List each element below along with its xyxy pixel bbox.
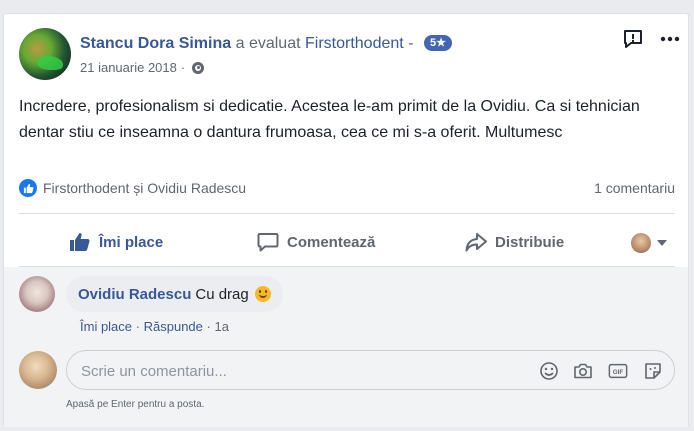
comments-count[interactable]: 1 comentariu (594, 180, 675, 196)
globe-icon[interactable] (192, 61, 205, 74)
reactions-summary: Firstorthodent și Ovidiu Radescu 1 comen… (19, 178, 675, 198)
post-actions: Îmi place Comentează Distribuie (19, 224, 675, 262)
sticker-icon[interactable] (643, 361, 663, 381)
gif-icon-label: GIF (613, 369, 624, 376)
gif-icon[interactable]: GIF (608, 361, 628, 381)
page-name-link[interactable]: Firstorthodent (305, 35, 404, 52)
header-separator: - (408, 35, 414, 52)
comment-text: Cu drag (195, 285, 249, 303)
comment-like-link[interactable]: Îmi place (80, 319, 132, 334)
author-name-link[interactable]: Stancu Dora Simina (80, 35, 231, 52)
like-button[interactable]: Îmi place (69, 232, 163, 252)
current-user-avatar[interactable] (19, 351, 57, 389)
author-avatar[interactable] (19, 28, 71, 80)
chevron-down-icon (657, 240, 667, 246)
comment-reply-link[interactable]: Răspunde (144, 319, 203, 334)
post-body-text: Incredere, profesionalism si dedicatie. … (19, 98, 640, 141)
comment-actions-dot: · (135, 319, 140, 334)
like-reaction-icon[interactable] (19, 179, 37, 197)
comment-button[interactable]: Comentează (257, 232, 375, 252)
post-meta: 21 ianuarie 2018 · (80, 60, 205, 75)
comment-button-label: Comentează (287, 233, 376, 251)
commenter-name-link[interactable]: Ovidiu Radescu (78, 286, 191, 303)
like-button-label: Îmi place (99, 233, 164, 251)
meta-dot: · (180, 60, 186, 75)
comment-age[interactable]: 1a (215, 319, 229, 334)
speech-bubble-icon (257, 233, 279, 252)
comment-composer: GIF (66, 350, 675, 391)
emoji-icon[interactable] (539, 361, 559, 381)
camera-icon[interactable] (573, 361, 593, 381)
report-icon[interactable] (623, 30, 643, 48)
post-hint-text: Apasă pe Enter pentru a posta. (66, 399, 205, 410)
comment-actions: Îmi place · Răspunde · 1a (80, 319, 229, 334)
thumbs-up-icon (70, 233, 90, 251)
rating-badge: 5★ (423, 35, 452, 51)
review-post-card: Stancu Dora Simina a evaluat Firstorthod… (3, 13, 689, 427)
post-header: Stancu Dora Simina a evaluat Firstorthod… (80, 34, 452, 54)
more-options-icon[interactable] (660, 34, 680, 44)
rated-text: a evaluat (235, 35, 301, 52)
divider (19, 213, 675, 214)
share-button-label: Distribuie (495, 233, 565, 251)
post-as-selector[interactable] (631, 233, 667, 253)
smile-emoji-icon (254, 286, 271, 302)
page-mini-avatar (631, 233, 651, 253)
share-button[interactable]: Distribuie (465, 232, 564, 252)
comment-input[interactable] (79, 351, 523, 391)
comment-bubble: Ovidiu Radescu Cu drag (66, 276, 283, 312)
comment-actions-dot: · (206, 319, 211, 334)
post-date[interactable]: 21 ianuarie 2018 (80, 60, 177, 75)
commenter-avatar[interactable] (19, 276, 55, 312)
reactions-people[interactable]: Firstorthodent și Ovidiu Radescu (43, 180, 246, 196)
share-arrow-icon (465, 233, 487, 252)
